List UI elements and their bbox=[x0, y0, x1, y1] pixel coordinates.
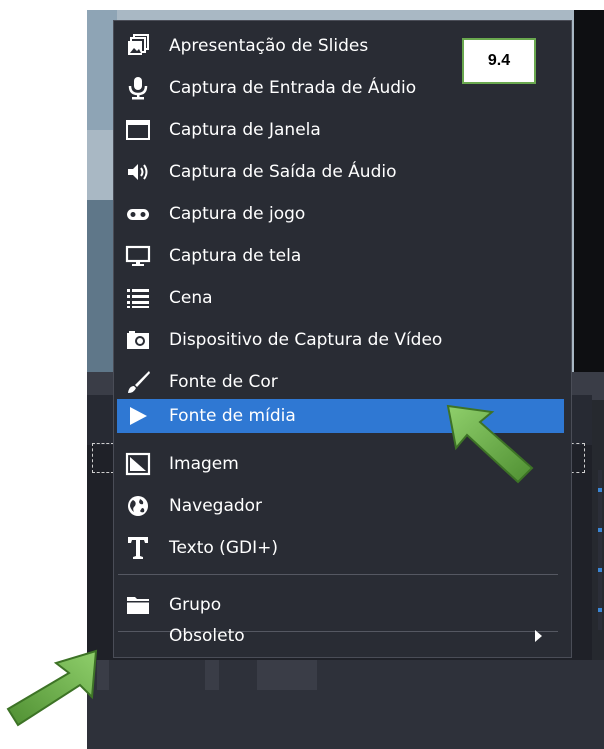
source-list-item-left[interactable] bbox=[92, 443, 114, 473]
menu-item-group[interactable]: Grupo bbox=[117, 588, 564, 622]
text-icon bbox=[123, 533, 153, 563]
slideshow-icon bbox=[123, 31, 153, 61]
preview-right-edge bbox=[574, 10, 604, 372]
menu-item-label: Captura de jogo bbox=[169, 204, 306, 224]
dock-toolbar bbox=[87, 660, 604, 749]
menu-item-text-gdi[interactable]: Texto (GDI+) bbox=[117, 531, 564, 565]
window-icon bbox=[123, 115, 153, 145]
menu-item-label: Captura de Entrada de Áudio bbox=[169, 78, 417, 98]
add-source-context-menu: Apresentação de Slides Captura de Entrad… bbox=[113, 20, 572, 658]
menu-item-label: Texto (GDI+) bbox=[169, 538, 278, 558]
menu-item-label: Dispositivo de Captura de Vídeo bbox=[169, 330, 443, 350]
menu-item-label: Imagem bbox=[169, 454, 239, 474]
microphone-icon bbox=[123, 73, 153, 103]
menu-item-game-capture[interactable]: Captura de jogo bbox=[117, 197, 564, 231]
menu-item-label: Captura de Janela bbox=[169, 120, 321, 140]
menu-item-deprecated[interactable]: Obsoleto bbox=[117, 619, 564, 653]
menu-item-video-capture-device[interactable]: Dispositivo de Captura de Vídeo bbox=[117, 323, 564, 357]
submenu-arrow-icon bbox=[535, 630, 542, 642]
brush-icon bbox=[123, 367, 153, 397]
move-source-buttons[interactable] bbox=[257, 660, 317, 690]
menu-item-audio-output-capture[interactable]: Captura de Saída de Áudio bbox=[117, 155, 564, 189]
annotation-arrow-icon bbox=[446, 404, 534, 484]
monitor-icon bbox=[123, 241, 153, 271]
menu-item-label: Obsoleto bbox=[169, 626, 245, 646]
menu-item-label: Apresentação de Slides bbox=[169, 36, 369, 56]
list-icon bbox=[123, 283, 153, 313]
menu-item-label: Navegador bbox=[169, 496, 263, 516]
audio-mixer-marks bbox=[598, 470, 602, 630]
menu-item-browser[interactable]: Navegador bbox=[117, 489, 564, 523]
menu-item-display-capture[interactable]: Captura de tela bbox=[117, 239, 564, 273]
menu-item-label: Captura de tela bbox=[169, 246, 302, 266]
menu-item-label: Captura de Saída de Áudio bbox=[169, 162, 397, 182]
menu-item-label: Fonte de Cor bbox=[169, 372, 278, 392]
image-icon bbox=[123, 449, 153, 479]
menu-item-scene[interactable]: Cena bbox=[117, 281, 564, 315]
menu-item-label: Grupo bbox=[169, 595, 222, 615]
gamepad-icon bbox=[123, 199, 153, 229]
camera-icon bbox=[123, 325, 153, 355]
menu-item-color-source[interactable]: Fonte de Cor bbox=[117, 365, 564, 399]
menu-item-label: Fonte de mídia bbox=[169, 406, 296, 426]
play-icon bbox=[123, 401, 153, 431]
menu-separator bbox=[118, 574, 558, 575]
annotation-arrow-icon bbox=[6, 649, 98, 727]
menu-item-window-capture[interactable]: Captura de Janela bbox=[117, 113, 564, 147]
globe-icon bbox=[123, 491, 153, 521]
menu-item-label: Cena bbox=[169, 288, 213, 308]
source-properties-button[interactable] bbox=[205, 660, 219, 690]
folder-icon bbox=[123, 590, 153, 620]
speaker-icon bbox=[123, 157, 153, 187]
step-badge: 9.4 bbox=[462, 38, 536, 84]
